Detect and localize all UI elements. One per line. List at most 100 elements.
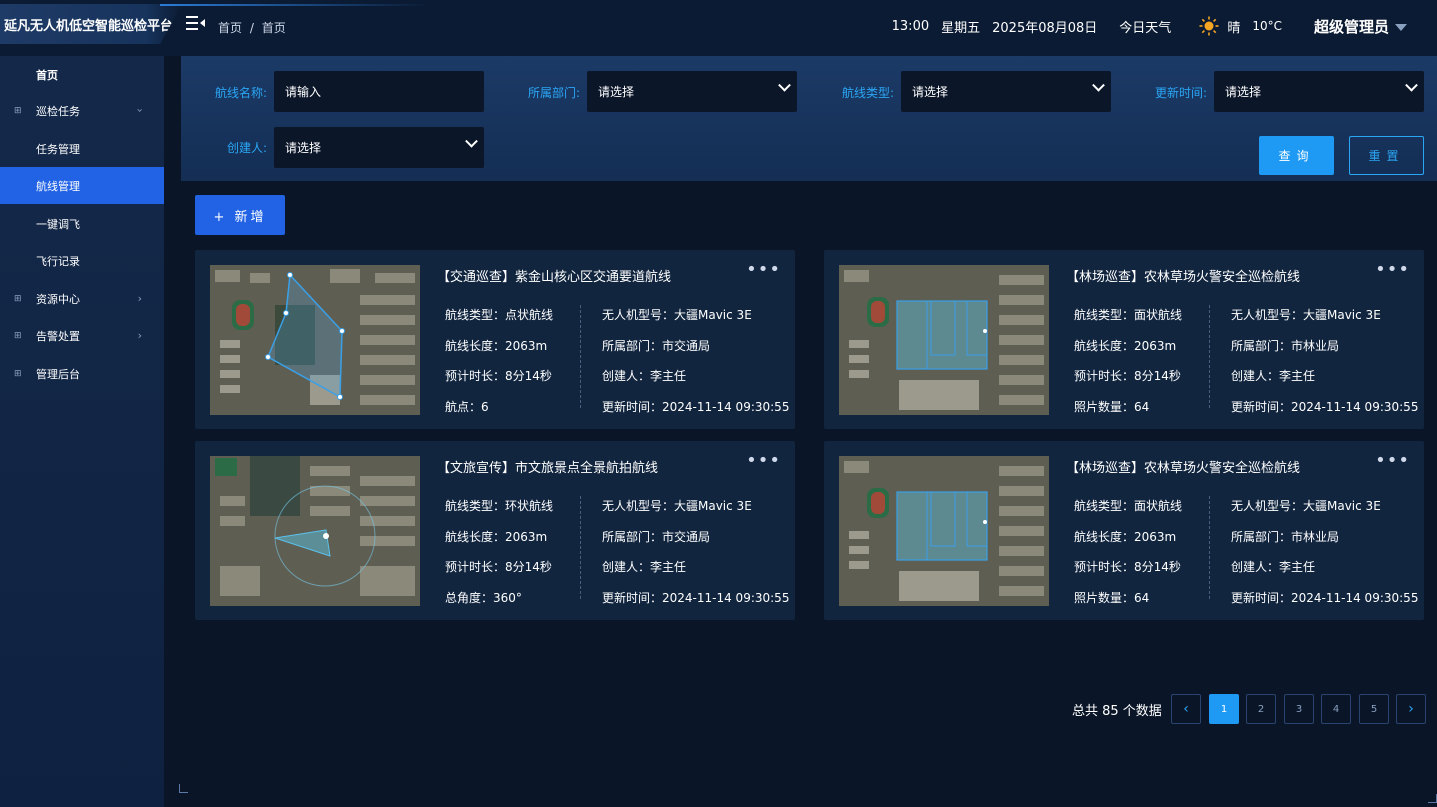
temperature: 10°C	[1252, 19, 1282, 33]
date: 2025年08月08日	[992, 20, 1098, 36]
route-card[interactable]: 【林场巡查】农林草场火警安全巡检航线 ••• 航线类型：面状航线 航线长度：20…	[824, 250, 1424, 429]
sidebar-item-admin[interactable]: ⊞ 管理后台	[0, 355, 164, 392]
grid-icon: ⊞	[14, 330, 22, 341]
chevron-left-icon: ‹	[1183, 701, 1189, 717]
route-map-thumbnail	[839, 265, 1049, 415]
sidebar-item-inspection-tasks[interactable]: ⊞ 巡检任务 ›	[0, 92, 164, 129]
drone-model: 无人机型号：大疆Mavic 3E	[1231, 499, 1381, 513]
update-time: 更新时间：2024-11-14 09:30:55	[1231, 400, 1419, 414]
divider	[1209, 305, 1210, 408]
drone-model: 无人机型号：大疆Mavic 3E	[1231, 308, 1381, 322]
sidebar-item-resource-center[interactable]: ⊞ 资源中心 ›	[0, 280, 164, 317]
weather-condition: 晴	[1227, 20, 1241, 36]
estimated-duration: 预计时长：8分14秒	[445, 369, 552, 383]
more-options-icon[interactable]: •••	[1375, 261, 1410, 279]
page-button[interactable]: 5	[1359, 694, 1389, 724]
sidebar-item-label: 巡检任务	[36, 104, 80, 118]
breadcrumb-home[interactable]: 首页	[218, 21, 242, 35]
next-page-button[interactable]: ›	[1396, 694, 1426, 724]
brand-decoration	[160, 4, 430, 6]
query-button[interactable]: 查询	[1259, 136, 1334, 175]
update-time: 更新时间：2024-11-14 09:30:55	[602, 591, 790, 605]
route-type: 航线类型：环状航线	[445, 499, 554, 513]
route-name-label: 航线名称:	[214, 86, 267, 100]
corner-decoration	[179, 784, 188, 793]
creator: 创建人：李主任	[602, 560, 687, 574]
sidebar-item-label: 首页	[36, 68, 58, 82]
chevron-down-icon: ›	[133, 108, 147, 113]
chevron-down-icon	[1405, 78, 1418, 92]
reset-button[interactable]: 重置	[1349, 136, 1424, 175]
chevron-down-icon	[465, 134, 478, 148]
corner-decoration	[1428, 794, 1437, 803]
route-title: 【林场巡查】农林草场火警安全巡检航线	[1066, 270, 1301, 285]
divider	[580, 496, 581, 599]
drone-model: 无人机型号：大疆Mavic 3E	[602, 499, 752, 513]
more-options-icon[interactable]: •••	[746, 452, 781, 470]
sidebar-item-route-management[interactable]: 航线管理	[0, 167, 164, 204]
total-angle: 总角度：360°	[445, 591, 522, 605]
chevron-right-icon: ›	[137, 329, 142, 342]
sun-icon	[1199, 16, 1219, 36]
route-type: 航线类型：面状航线	[1074, 308, 1183, 322]
more-options-icon[interactable]: •••	[746, 261, 781, 279]
sidebar-item-alarm-handling[interactable]: ⊞ 告警处置 ›	[0, 317, 164, 354]
route-map-thumbnail	[839, 456, 1049, 606]
page-button[interactable]: 1	[1209, 694, 1239, 724]
route-title: 【文旅宣传】市文旅景点全景航拍航线	[437, 461, 659, 476]
clock-time: 13:00	[891, 18, 930, 34]
sidebar-item-label: 一键调飞	[36, 217, 80, 231]
sidebar-item-home[interactable]: 首页	[0, 56, 164, 93]
sidebar-item-flight-records[interactable]: 飞行记录	[0, 242, 164, 279]
department: 所属部门：市林业局	[1231, 339, 1340, 353]
route-type: 航线类型：点状航线	[445, 308, 554, 322]
waypoint-count: 航点：6	[445, 400, 489, 414]
estimated-duration: 预计时长：8分14秒	[445, 560, 552, 574]
route-name-input[interactable]: 请输入	[274, 71, 484, 112]
pagination-total: 总共 85 个数据	[1072, 704, 1162, 719]
sidebar-item-label: 资源中心	[36, 292, 80, 306]
department: 所属部门：市交通局	[602, 530, 711, 544]
user-dropdown-icon[interactable]	[1395, 23, 1407, 31]
user-name[interactable]: 超级管理员	[1314, 16, 1389, 37]
route-card[interactable]: 【林场巡查】农林草场火警安全巡检航线 ••• 航线类型：面状航线 航线长度：20…	[824, 441, 1424, 620]
dept-select-value: 请选择	[598, 85, 635, 99]
update-time-select-value: 请选择	[1225, 85, 1262, 99]
breadcrumb-separator: /	[249, 21, 254, 35]
route-card[interactable]: 【文旅宣传】市文旅景点全景航拍航线 ••• 航线类型：环状航线 航线长度：206…	[195, 441, 795, 620]
creator-select[interactable]: 请选择	[274, 127, 484, 168]
route-type-label: 航线类型:	[841, 86, 894, 100]
menu-toggle-icon[interactable]	[186, 15, 206, 33]
creator-select-value: 请选择	[285, 141, 322, 155]
page-button[interactable]: 4	[1321, 694, 1351, 724]
update-time-select[interactable]: 请选择	[1214, 71, 1424, 112]
photo-count: 照片数量：64	[1074, 591, 1150, 605]
grid-icon: ⊞	[14, 293, 22, 304]
route-title: 【林场巡查】农林草场火警安全巡检航线	[1066, 461, 1301, 476]
more-options-icon[interactable]: •••	[1375, 452, 1410, 470]
sidebar-item-label: 航线管理	[36, 179, 80, 193]
add-route-button[interactable]: + 新增	[195, 195, 285, 235]
header-info: 13:00 星期五 2025年08月08日 今日天气 晴 10°C 超级管理员	[892, 0, 1437, 52]
grid-icon: ⊞	[14, 105, 22, 116]
page-button[interactable]: 2	[1246, 694, 1276, 724]
route-length: 航线长度：2063m	[445, 339, 548, 353]
route-title: 【交通巡查】紫金山核心区交通要道航线	[437, 270, 672, 285]
dept-select[interactable]: 请选择	[587, 71, 797, 112]
page-button[interactable]: 3	[1284, 694, 1314, 724]
sidebar-item-task-management[interactable]: 任务管理	[0, 130, 164, 167]
chevron-right-icon: ›	[137, 292, 142, 305]
route-type-select[interactable]: 请选择	[901, 71, 1111, 112]
creator: 创建人：李主任	[1231, 560, 1316, 574]
grid-icon: ⊞	[14, 368, 22, 379]
sidebar-item-one-click-dispatch[interactable]: 一键调飞	[0, 205, 164, 242]
route-card[interactable]: 【交通巡查】紫金山核心区交通要道航线 ••• 航线类型：点状航线 航线长度：20…	[195, 250, 795, 429]
prev-page-button[interactable]: ‹	[1171, 694, 1201, 724]
creator-label: 创建人:	[226, 141, 267, 155]
top-bar: 延凡无人机低空智能巡检平台 首页 / 首页 13:00 星期五 2025年08月…	[0, 0, 1437, 56]
update-time-label: 更新时间:	[1154, 86, 1207, 100]
route-type: 航线类型：面状航线	[1074, 499, 1183, 513]
update-time: 更新时间：2024-11-14 09:30:55	[602, 400, 790, 414]
route-length: 航线长度：2063m	[1074, 339, 1177, 353]
sidebar-item-label: 管理后台	[36, 367, 80, 381]
